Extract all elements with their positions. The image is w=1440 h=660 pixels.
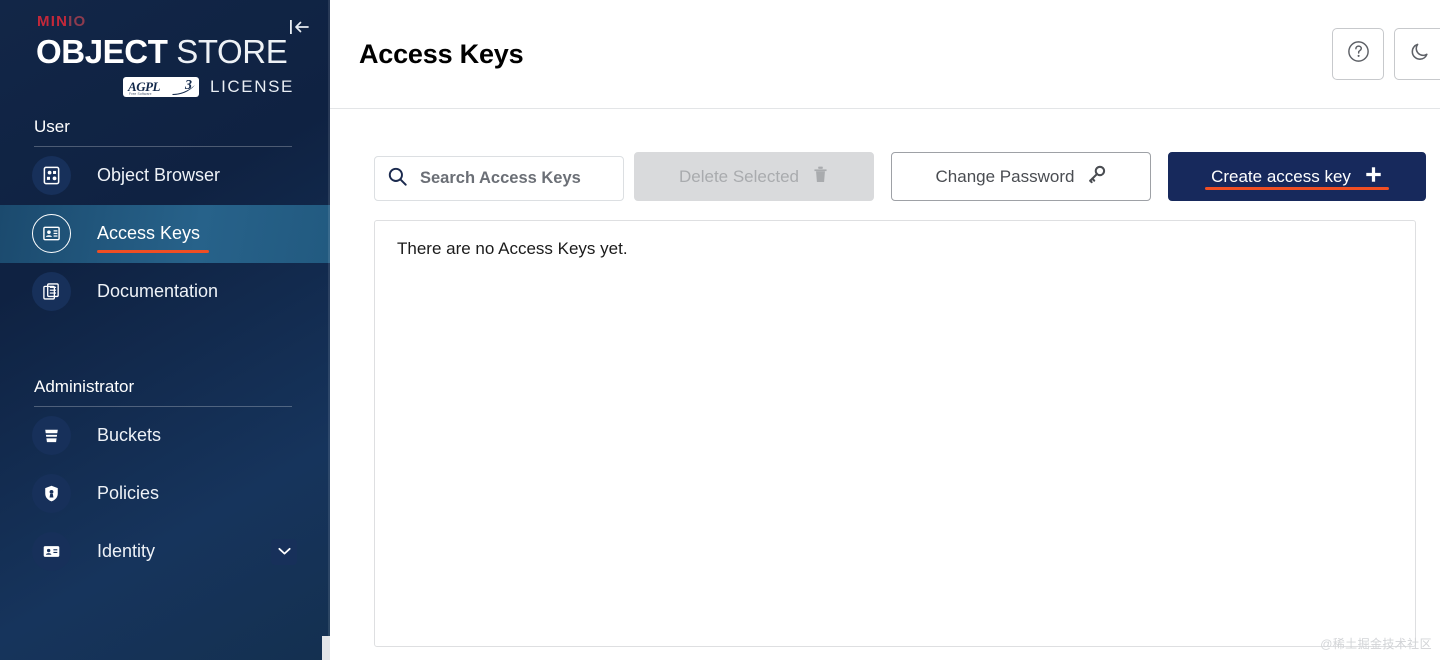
sidebar: MINIO OBJECT STORE AGPL Free Software 3 … (0, 0, 330, 660)
delete-selected-label: Delete Selected (678, 166, 800, 186)
chevron-down-icon[interactable] (271, 538, 297, 565)
license-label: LICENSE (210, 76, 294, 96)
help-button[interactable] (1332, 28, 1384, 80)
policies-icon (32, 474, 71, 514)
search-input[interactable]: Search Access Keys (374, 156, 624, 201)
sidebar-item-policies[interactable]: Policies (0, 465, 330, 523)
search-placeholder: Search Access Keys (420, 169, 581, 187)
sidebar-item-buckets[interactable]: Buckets (0, 407, 330, 465)
sidebar-right-edge (328, 0, 330, 640)
sidebar-item-label: Access Keys (97, 223, 210, 254)
trash-icon (812, 165, 829, 189)
sidebar-item-documentation[interactable]: Documentation (0, 263, 330, 321)
license-row: AGPL Free Software 3 LICENSE (0, 76, 294, 97)
sidebar-item-object-browser[interactable]: Object Browser (0, 147, 330, 205)
identity-icon (32, 532, 71, 572)
help-circle-icon (1346, 39, 1371, 69)
object-word: OBJECT (36, 33, 168, 70)
access-keys-panel: There are no Access Keys yet. (374, 220, 1416, 647)
content-area: Search Access Keys Delete Selected Chang… (330, 109, 1440, 660)
object-store-title: OBJECT STORE (36, 33, 330, 70)
app-root: MINIO OBJECT STORE AGPL Free Software 3 … (0, 0, 1440, 660)
access-keys-icon (32, 214, 71, 254)
empty-state-message: There are no Access Keys yet. (397, 239, 628, 258)
agpl-badge: AGPL Free Software 3 (123, 76, 200, 97)
sidebar-scrollbar[interactable] (322, 636, 330, 660)
buckets-icon (32, 416, 71, 456)
minio-wordmark-bold: MIN (37, 13, 69, 30)
sidebar-item-label: Policies (97, 483, 160, 504)
minio-wordmark-light: IO (68, 13, 87, 30)
section-label-user: User (34, 116, 70, 136)
key-icon (1087, 165, 1106, 189)
agpl-sublabel: Free Software (129, 91, 152, 96)
theme-toggle-button[interactable] (1394, 28, 1440, 80)
create-button-underline (1205, 187, 1389, 190)
sidebar-item-text: Access Keys (97, 223, 201, 244)
delete-selected-button[interactable]: Delete Selected (634, 152, 874, 201)
main-area: Access Keys Search Access Keys Delete Se… (330, 0, 1440, 660)
moon-icon (1408, 39, 1433, 69)
page-title: Access Keys (359, 38, 524, 69)
active-item-underline (97, 249, 210, 254)
header-actions (1332, 28, 1440, 80)
sidebar-item-identity[interactable]: Identity (0, 523, 330, 581)
object-browser-icon (32, 156, 71, 196)
search-icon (387, 166, 408, 192)
create-access-key-button[interactable]: Create access key (1168, 152, 1426, 201)
store-word: STORE (167, 33, 288, 70)
sidebar-item-label: Object Browser (97, 165, 221, 186)
sidebar-item-label: Buckets (97, 425, 162, 446)
agpl-version: 3 (185, 77, 193, 93)
brand-logo: MINIO OBJECT STORE AGPL Free Software 3 … (0, 0, 330, 97)
collapse-sidebar-icon[interactable] (287, 14, 313, 40)
toolbar: Search Access Keys Delete Selected Chang… (374, 145, 1428, 201)
sidebar-item-access-keys[interactable]: Access Keys (0, 204, 330, 263)
sidebar-section-user: User Object Browser Access Keys Document… (0, 117, 330, 321)
plus-icon (1364, 165, 1383, 189)
sidebar-item-label: Identity (97, 541, 156, 562)
page-header: Access Keys (330, 0, 1440, 109)
change-password-label: Change Password (935, 166, 1075, 186)
sidebar-section-administrator: Administrator Buckets Policies Identity (0, 377, 330, 581)
create-access-key-label: Create access key (1211, 166, 1351, 186)
documentation-icon (32, 272, 71, 312)
change-password-button[interactable]: Change Password (891, 152, 1151, 201)
sidebar-item-label: Documentation (97, 281, 219, 302)
section-label-administrator: Administrator (34, 376, 135, 396)
